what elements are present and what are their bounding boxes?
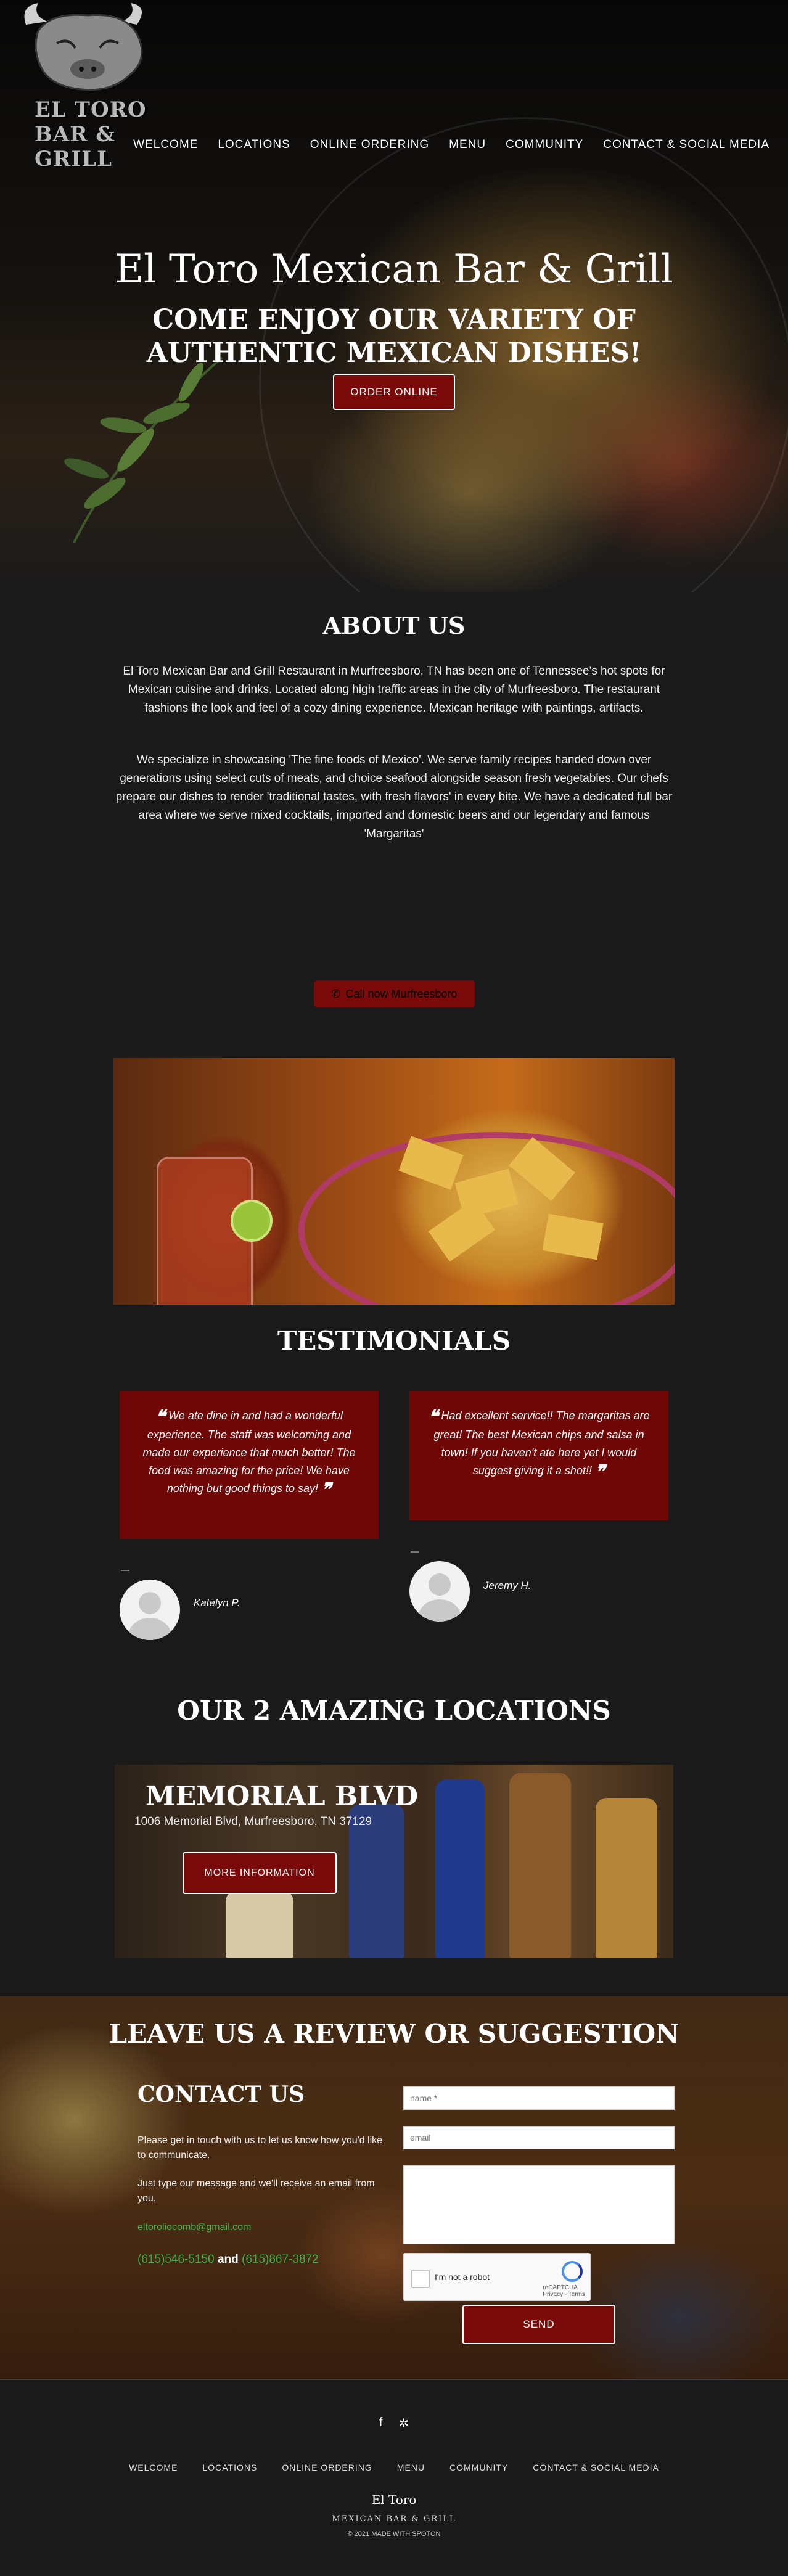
about-paragraph-1: El Toro Mexican Bar and Grill Restaurant… <box>123 665 665 715</box>
phone-icon: ✆ <box>331 987 341 1000</box>
captcha-label: I'm not a robot <box>435 2272 490 2282</box>
location-name: MEMORIAL BLVD <box>146 1781 419 1812</box>
testimonial-card-2: ❝ Had excellent service!! The margaritas… <box>409 1391 668 1520</box>
bull-logo-icon <box>24 3 143 91</box>
contact-text-1: Please get in touch with us to let us kn… <box>137 2135 383 2160</box>
phone-link-1[interactable]: (615)546-5150 <box>137 2253 215 2266</box>
captcha-brand: reCAPTCHA Privacy - Terms <box>543 2284 585 2298</box>
divider <box>411 1551 419 1553</box>
about-paragraph-2: We specialize in showcasing 'The fine fo… <box>115 753 673 840</box>
nav-community[interactable]: COMMUNITY <box>506 138 583 152</box>
contact-phones: (615)546-5150 and (615)867-3872 <box>137 2253 319 2266</box>
avatar <box>120 1580 180 1640</box>
recaptcha-widget: I'm not a robot reCAPTCHA Privacy - Term… <box>403 2253 591 2301</box>
message-textarea[interactable] <box>403 2165 675 2244</box>
footer-nav-menu[interactable]: MENU <box>397 2463 425 2472</box>
call-now-label: Call now Murfreesboro <box>345 987 458 1000</box>
footer-subtitle: MEXICAN BAR & GRILL <box>332 2514 456 2524</box>
testimonials-title: TESTIMONIALS <box>277 1326 511 1356</box>
bottle <box>596 1798 657 1958</box>
call-now-button[interactable]: ✆ Call now Murfreesboro <box>314 980 475 1007</box>
phone-and: and <box>217 2253 239 2266</box>
footer-nav-locations[interactable]: LOCATIONS <box>202 2463 257 2472</box>
lime-slice <box>231 1200 273 1242</box>
email-input[interactable] <box>403 2126 675 2149</box>
social-links: f ✲ <box>0 2416 788 2431</box>
recaptcha-icon <box>562 2261 583 2282</box>
contact-section: LEAVE US A REVIEW OR SUGGESTION CONTACT … <box>0 1996 788 2379</box>
close-quote-icon: ❞ <box>594 1462 605 1482</box>
location-address: 1006 Memorial Blvd, Murfreesboro, TN 371… <box>134 1815 372 1828</box>
locations-title: OUR 2 AMAZING LOCATIONS <box>177 1696 611 1726</box>
bottle <box>509 1773 571 1958</box>
testimonial-card-1: ❝ We ate dine in and had a wonderful exp… <box>120 1391 379 1539</box>
testimonial-name-1: Katelyn P. <box>194 1597 240 1609</box>
phone-link-2[interactable]: (615)867-3872 <box>242 2253 319 2266</box>
footer-copyright: © 2021 MADE WITH SPOTON <box>347 2530 441 2538</box>
bottle <box>226 1890 293 1958</box>
about-title: ABOUT US <box>322 612 466 639</box>
footer-nav-community[interactable]: COMMUNITY <box>449 2463 508 2472</box>
main-nav: WELCOME LOCATIONS ONLINE ORDERING MENU C… <box>133 138 770 152</box>
footer-nav: WELCOME LOCATIONS ONLINE ORDERING MENU C… <box>0 2463 788 2472</box>
chips-margarita-image <box>113 1058 675 1305</box>
close-quote-icon: ❞ <box>321 1480 332 1500</box>
facebook-icon[interactable]: f <box>379 2416 383 2431</box>
nav-menu[interactable]: MENU <box>449 138 486 152</box>
hero-subtitle: COME ENJOY OUR VARIETY OF AUTHENTIC MEXI… <box>146 304 642 369</box>
name-input[interactable] <box>403 2086 675 2110</box>
open-quote-icon: ❝ <box>155 1407 166 1427</box>
nav-welcome[interactable]: WELCOME <box>133 138 198 152</box>
footer-nav-contact[interactable]: CONTACT & SOCIAL MEDIA <box>533 2463 659 2472</box>
hero-section: EL TORO BAR & GRILL WELCOME LOCATIONS ON… <box>0 0 788 592</box>
open-quote-icon: ❝ <box>428 1407 438 1427</box>
footer: f ✲ WELCOME LOCATIONS ONLINE ORDERING ME… <box>0 2379 788 2576</box>
contact-email-link[interactable]: eltoroliocomb@gmail.com <box>137 2222 251 2233</box>
hero-title: El Toro Mexican Bar & Grill <box>115 247 673 292</box>
footer-nav-welcome[interactable]: WELCOME <box>129 2463 178 2472</box>
contact-heading: CONTACT US <box>137 2082 305 2107</box>
location-card: MEMORIAL BLVD 1006 Memorial Blvd, Murfre… <box>115 1765 673 1958</box>
yelp-icon[interactable]: ✲ <box>398 2416 409 2431</box>
nav-contact[interactable]: CONTACT & SOCIAL MEDIA <box>603 138 770 152</box>
order-online-button[interactable]: ORDER ONLINE <box>333 374 455 410</box>
nav-online-ordering[interactable]: ONLINE ORDERING <box>310 138 429 152</box>
footer-nav-online-ordering[interactable]: ONLINE ORDERING <box>282 2463 372 2472</box>
testimonial-text-2: Had excellent service!! The margaritas a… <box>433 1409 650 1477</box>
testimonial-name-2: Jeremy H. <box>483 1580 531 1591</box>
avatar <box>409 1561 470 1622</box>
captcha-checkbox[interactable] <box>411 2270 430 2288</box>
send-button[interactable]: SEND <box>462 2305 615 2344</box>
nav-locations[interactable]: LOCATIONS <box>218 138 290 152</box>
review-title: LEAVE US A REVIEW OR SUGGESTION <box>109 2019 679 2049</box>
footer-brand: El Toro <box>371 2492 417 2507</box>
logo-text: EL TORO BAR & GRILL <box>35 97 147 171</box>
more-information-button[interactable]: MORE INFORMATION <box>183 1852 337 1894</box>
divider <box>121 1570 129 1571</box>
bottle <box>435 1779 485 1958</box>
contact-text-2: Just type our message and we'll receive … <box>137 2178 375 2204</box>
logo[interactable]: EL TORO BAR & GRILL <box>14 0 186 171</box>
